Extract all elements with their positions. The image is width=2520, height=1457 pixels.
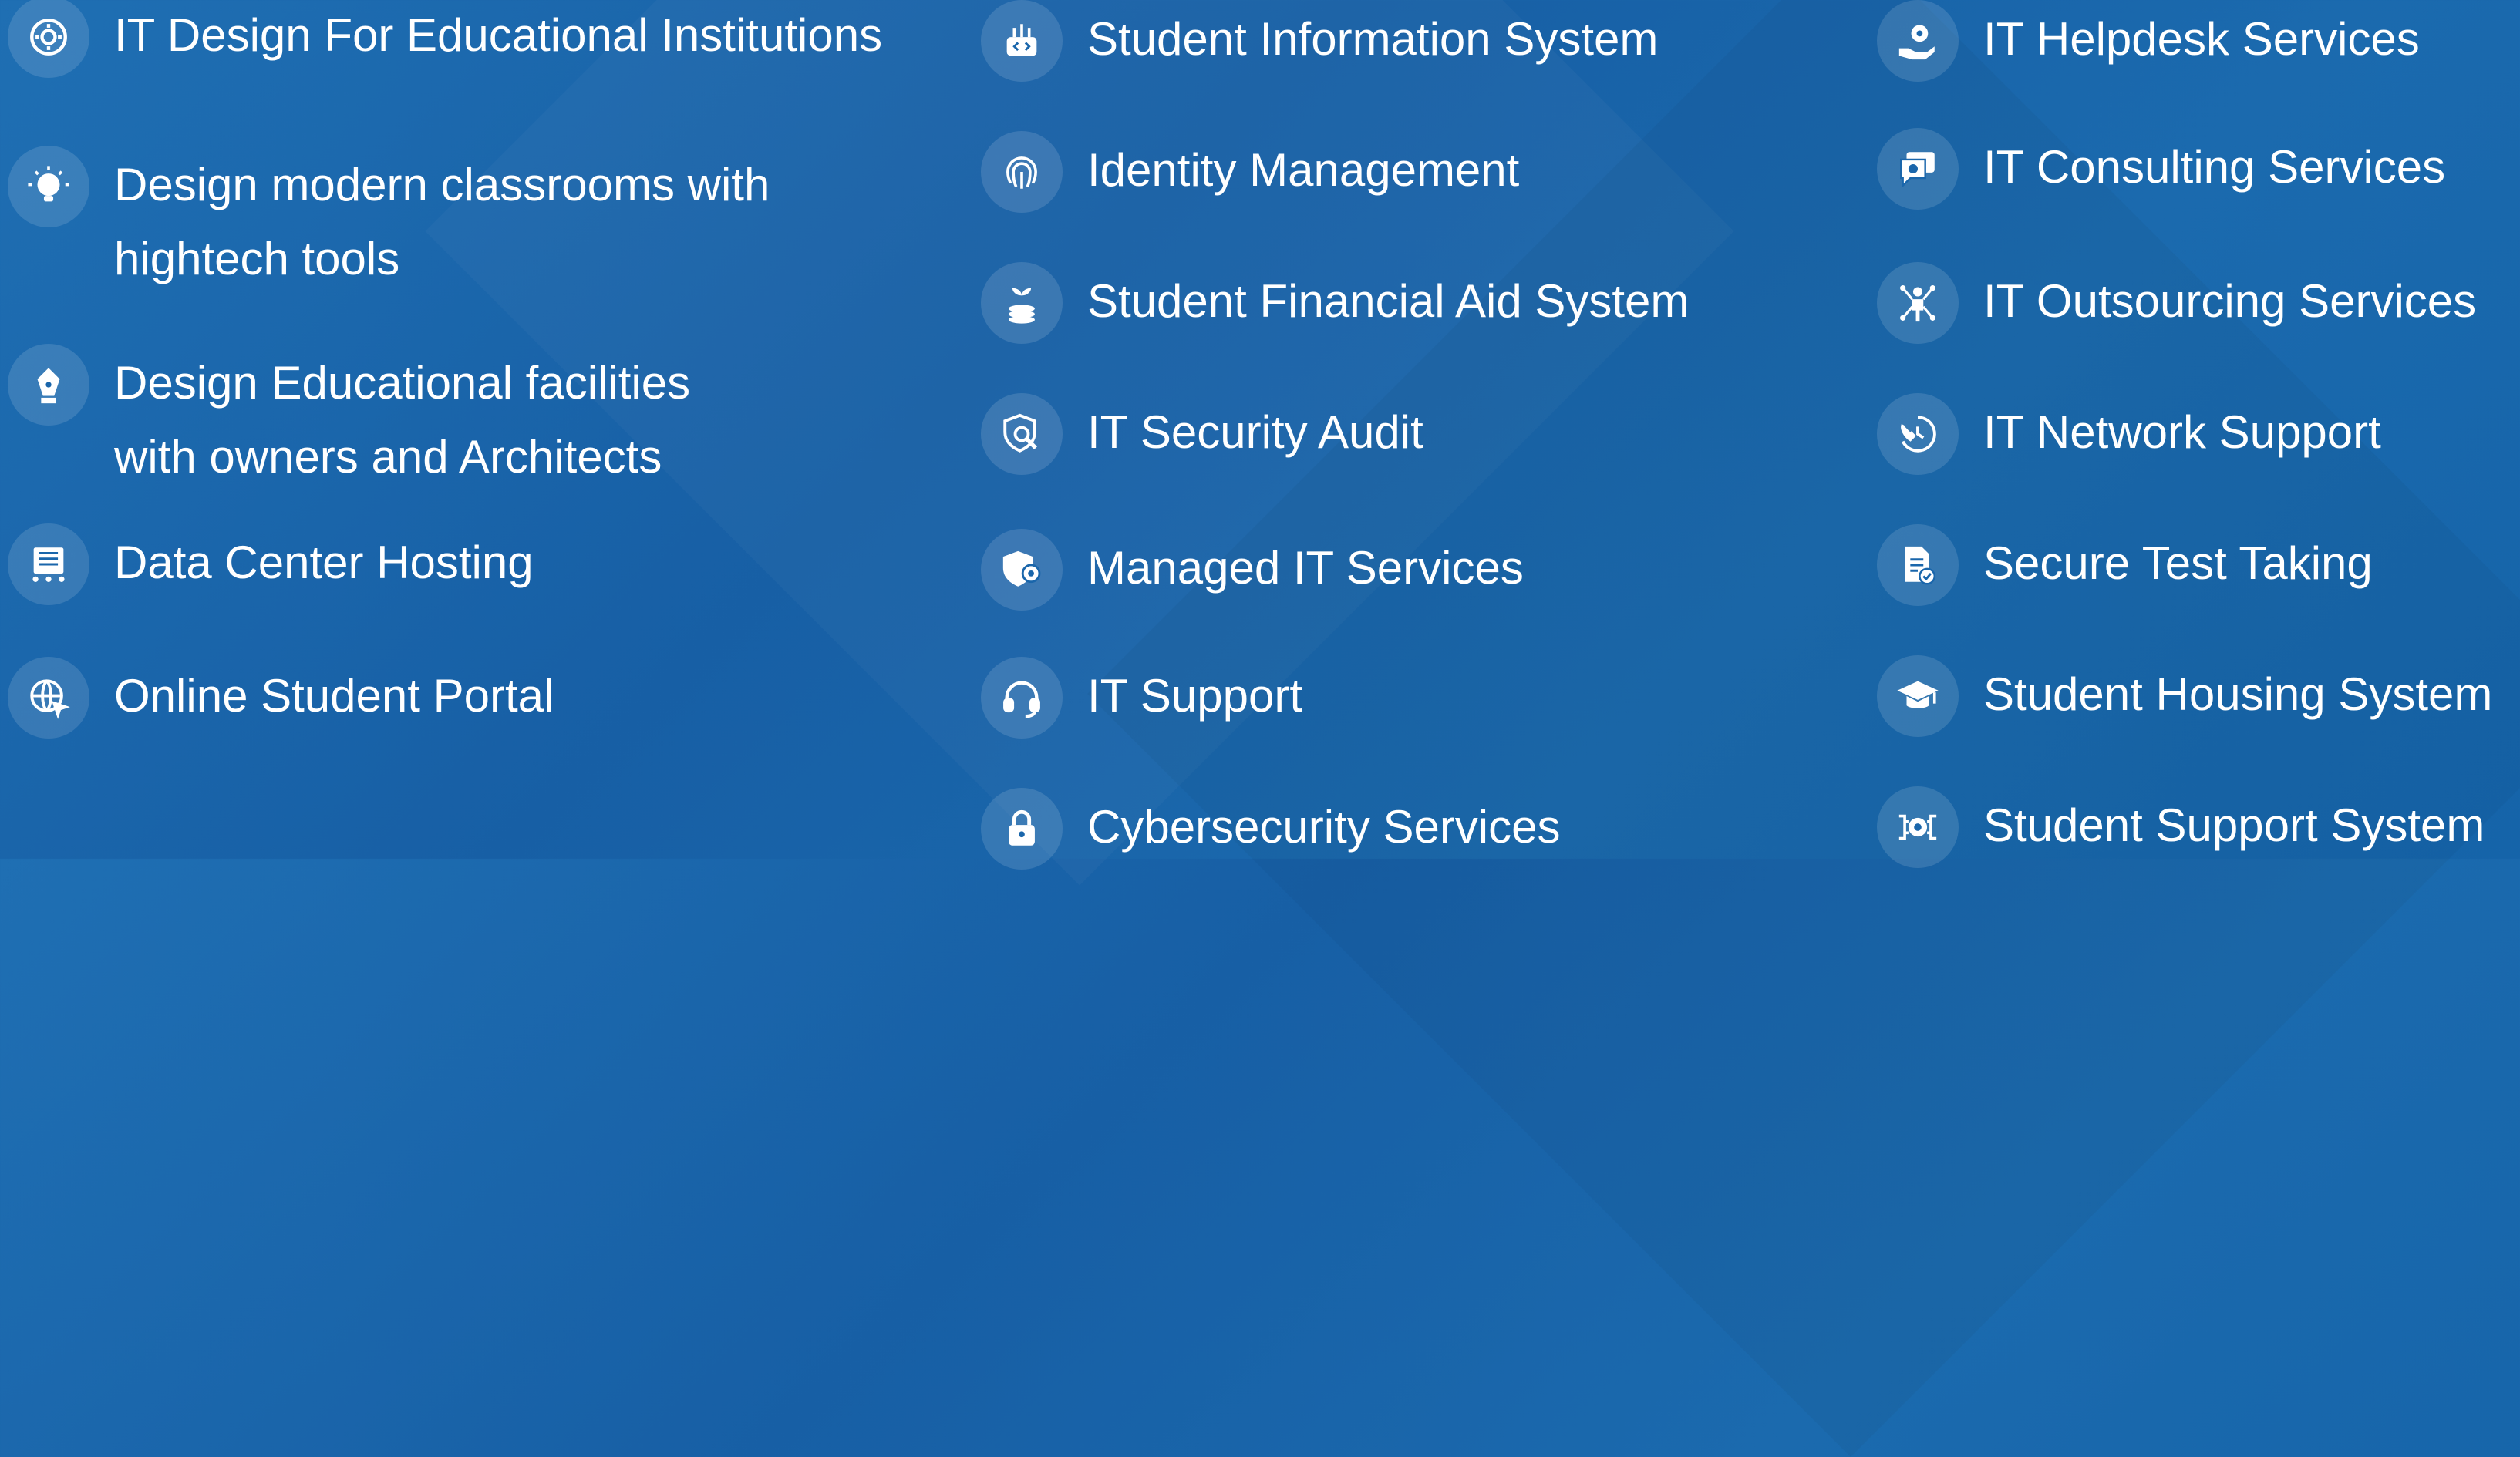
service-label: Student Information System bbox=[1087, 13, 1659, 65]
service-item[interactable]: IT Design For Educational Institutions bbox=[8, 0, 882, 78]
service-item[interactable]: IT Network Support bbox=[1877, 393, 2381, 475]
globe-cursor-icon bbox=[8, 657, 89, 739]
service-label: IT Network Support bbox=[1983, 406, 2381, 458]
shield-search-icon bbox=[981, 393, 1063, 475]
phone-clock-icon bbox=[1877, 393, 1959, 475]
pen-nib-icon bbox=[8, 344, 89, 426]
service-item[interactable]: Student Housing System bbox=[1877, 655, 2492, 737]
lock-icon bbox=[981, 788, 1063, 870]
service-item[interactable]: Student Financial Aid System bbox=[981, 262, 1689, 344]
service-item[interactable]: Cybersecurity Services bbox=[981, 788, 1561, 870]
service-item[interactable]: IT Security Audit bbox=[981, 393, 1423, 475]
graduation-cap-icon bbox=[1877, 655, 1959, 737]
service-item[interactable]: Student Support System bbox=[1877, 786, 2485, 868]
service-item[interactable]: Secure Test Taking bbox=[1877, 524, 2373, 606]
service-label: Design modern classrooms with hightech t… bbox=[114, 159, 770, 284]
service-item[interactable]: Identity Management bbox=[981, 131, 1519, 213]
service-item[interactable]: Design modern classrooms with hightech t… bbox=[8, 146, 770, 296]
hand-gear-icon bbox=[1877, 0, 1959, 82]
service-item[interactable]: Design Educational facilities with owner… bbox=[8, 344, 690, 494]
service-label: Design Educational facilities with owner… bbox=[114, 357, 691, 483]
chat-gear-icon bbox=[1877, 128, 1959, 210]
service-label: Online Student Portal bbox=[114, 670, 554, 722]
service-label: IT Consulting Services bbox=[1983, 141, 2446, 193]
service-item[interactable]: Data Center Hosting bbox=[8, 523, 534, 605]
service-label: IT Design For Educational Institutions bbox=[114, 9, 883, 61]
service-label: IT Outsourcing Services bbox=[1983, 275, 2477, 327]
service-label: Student Housing System bbox=[1983, 668, 2493, 720]
service-label: IT Support bbox=[1087, 670, 1303, 722]
service-label: Managed IT Services bbox=[1087, 542, 1524, 594]
service-item[interactable]: IT Outsourcing Services bbox=[1877, 262, 2476, 344]
coins-plant-icon bbox=[981, 262, 1063, 344]
lightbulb-gear-icon bbox=[8, 146, 89, 227]
person-network-icon bbox=[1877, 262, 1959, 344]
fingerprint-icon bbox=[981, 131, 1063, 213]
gear-circuit-icon bbox=[1877, 786, 1959, 868]
service-item[interactable]: Student Information System bbox=[981, 0, 1658, 82]
service-label: IT Security Audit bbox=[1087, 406, 1423, 458]
service-label: Identity Management bbox=[1087, 144, 1520, 196]
service-label: Cybersecurity Services bbox=[1087, 801, 1561, 853]
service-label: Secure Test Taking bbox=[1983, 537, 2373, 589]
service-item[interactable]: Online Student Portal bbox=[8, 657, 554, 739]
shield-gear-icon bbox=[981, 529, 1063, 611]
document-check-icon bbox=[1877, 524, 1959, 606]
service-label: Student Support System bbox=[1983, 799, 2485, 851]
network-code-icon bbox=[981, 0, 1063, 82]
server-rack-icon bbox=[8, 523, 89, 605]
service-item[interactable]: IT Consulting Services bbox=[1877, 128, 2445, 210]
gear-cycle-icon bbox=[8, 0, 89, 78]
service-item[interactable]: IT Support bbox=[981, 657, 1302, 739]
service-label: IT Helpdesk Services bbox=[1983, 13, 2420, 65]
headset-icon bbox=[981, 657, 1063, 739]
service-label: Data Center Hosting bbox=[114, 537, 534, 588]
service-label: Student Financial Aid System bbox=[1087, 275, 1690, 327]
service-item[interactable]: Managed IT Services bbox=[981, 529, 1524, 611]
service-item[interactable]: IT Helpdesk Services bbox=[1877, 0, 2420, 82]
